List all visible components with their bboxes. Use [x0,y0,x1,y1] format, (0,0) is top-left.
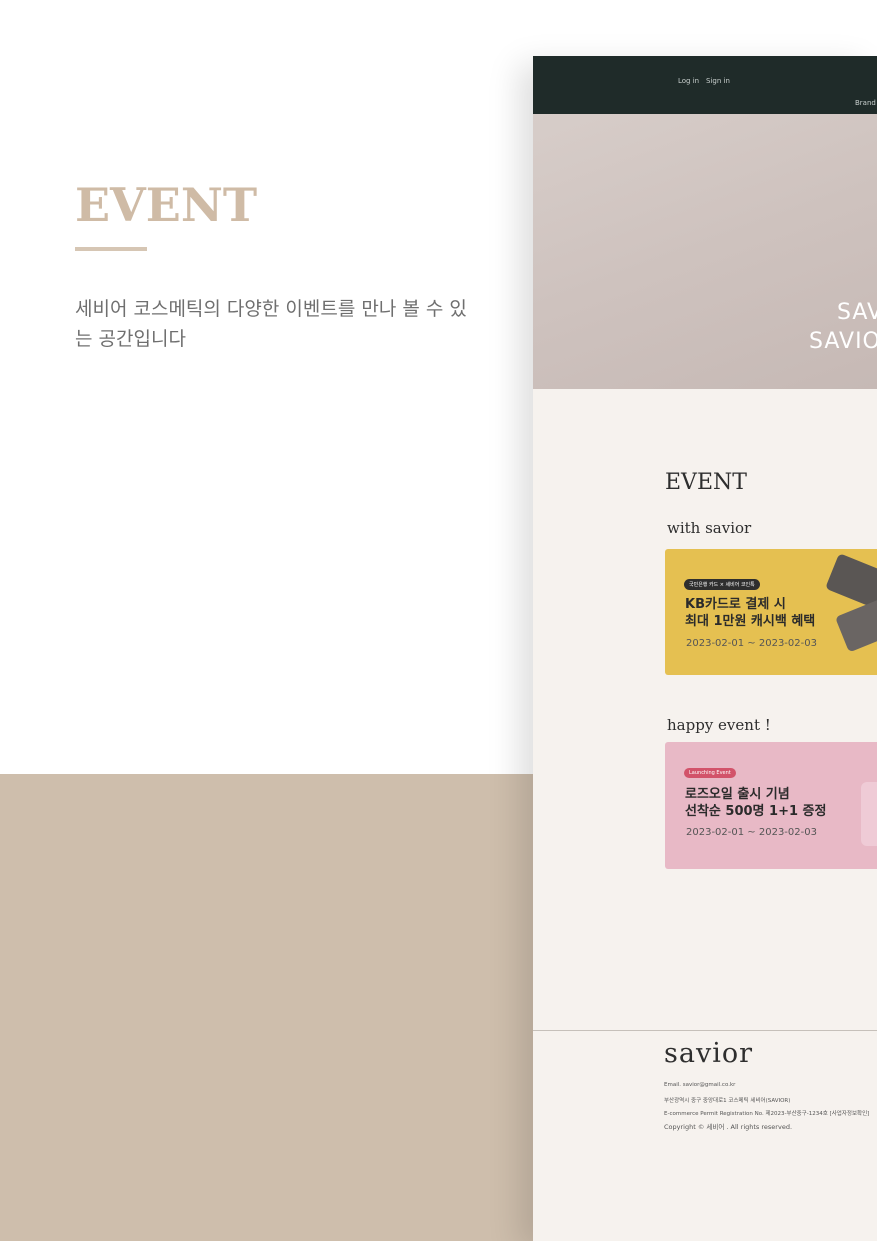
title-underline [75,247,147,251]
event-headline-line1: KB카드로 결제 시 [685,597,786,612]
login-link[interactable]: Log in [678,77,699,85]
happy-event-label: happy event ! [667,716,771,734]
event-badge: Launching Event [684,768,736,778]
page-title: EVENT [75,178,258,232]
product-bottle-image [861,782,877,846]
event-headline-line2: 선착순 500명 1+1 증정 [685,804,827,819]
credit-card-image [834,595,877,653]
event-headline-line1: 로즈오일 출시 기념 [685,787,790,802]
footer-permit: E-commerce Permit Registration No. 제2023… [664,1111,870,1117]
footer-copyright: Copyright © 세비어 . All rights reserved. [664,1123,793,1131]
event-card-rose-oil[interactable]: Launching Event 로즈오일 출시 기념 선착순 500명 1+1 … [665,742,877,869]
hero-text-line1: SAV [837,300,877,325]
event-period: 2023-02-01 ~ 2023-02-03 [686,827,817,838]
event-section-title: EVENT [665,470,747,495]
hero-banner: SAV SAVIO [533,114,877,389]
footer-divider [533,1030,877,1031]
footer-logo: savior [664,1038,754,1069]
with-savior-label: with savior [667,519,752,537]
hero-text-line2: SAVIO [809,329,877,354]
page-description: 세비어 코스메틱의 다양한 이벤트를 만나 볼 수 있는 공간입니다 [75,298,467,350]
site-header: Log in Sign in Brand [533,56,877,114]
signin-link[interactable]: Sign in [706,77,730,85]
footer-email: Email. savior@gmail.co.kr [664,1082,736,1088]
event-headline: 로즈오일 출시 기념 선착순 500명 1+1 증정 [685,786,826,820]
event-headline: KB카드로 결제 시 최대 1만원 캐시백 혜택 [685,596,815,630]
event-card-kb[interactable]: 국민은행 카드 × 세비어 코인톡 KB카드로 결제 시 최대 1만원 캐시백 … [665,549,877,675]
nav-brand-link[interactable]: Brand [855,99,876,107]
event-headline-line2: 최대 1만원 캐시백 혜택 [685,614,816,629]
footer-address: 부산광역시 중구 중앙대로1 코스메틱 세비어(SAVIOR) [664,1098,791,1104]
website-mockup: Log in Sign in Brand SAV SAVIO EVENT wit… [533,56,877,1241]
event-badge: 국민은행 카드 × 세비어 코인톡 [684,579,760,590]
event-period: 2023-02-01 ~ 2023-02-03 [686,638,817,649]
